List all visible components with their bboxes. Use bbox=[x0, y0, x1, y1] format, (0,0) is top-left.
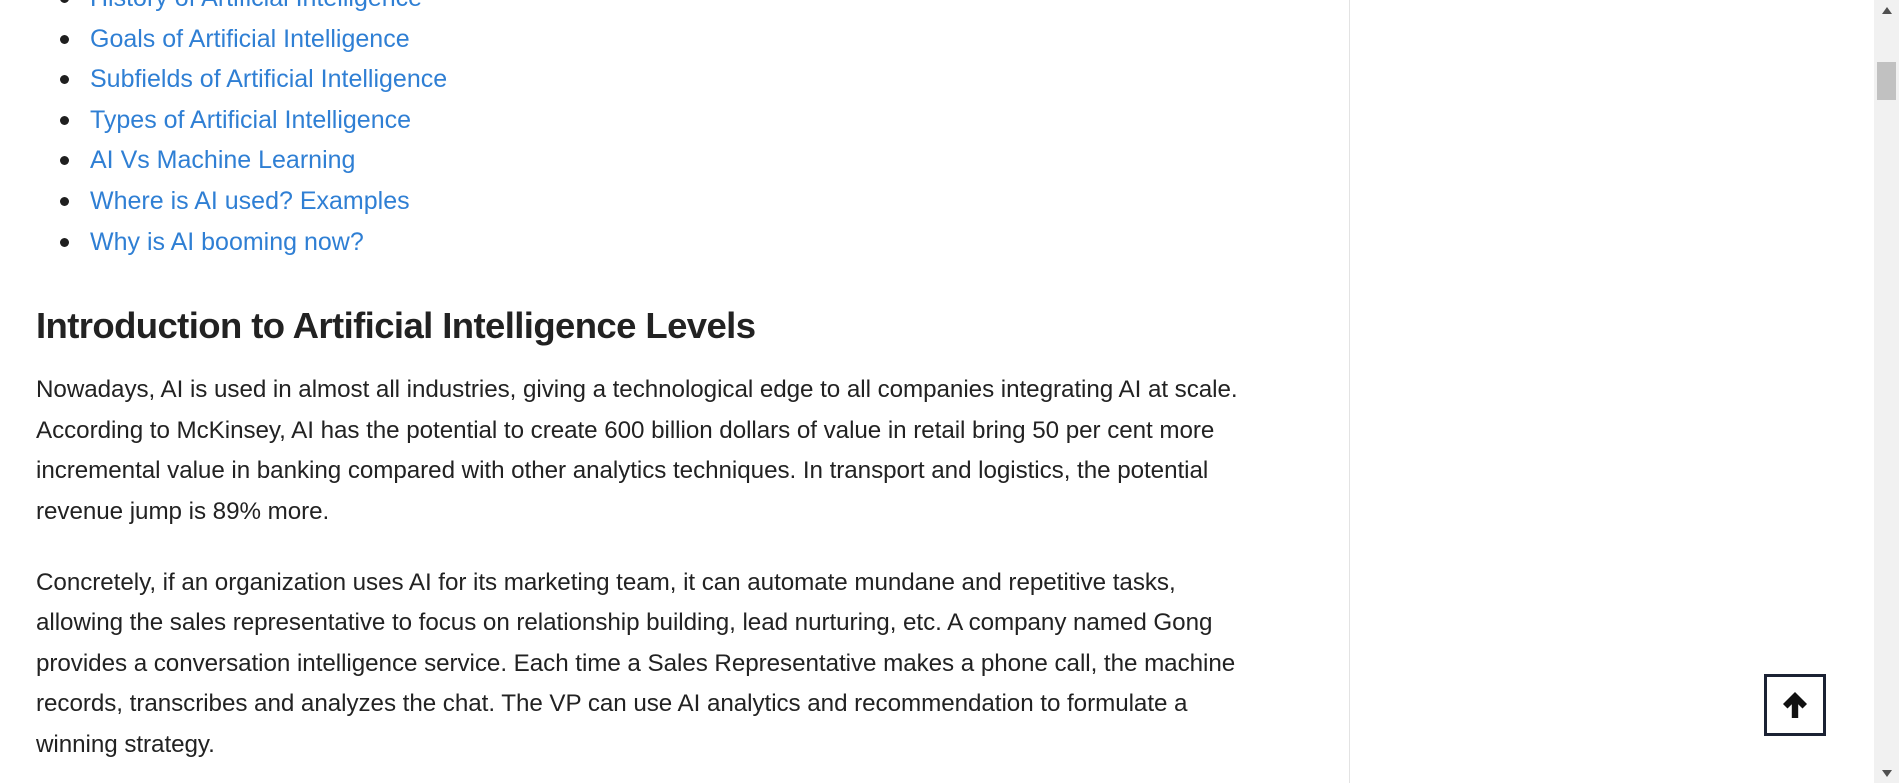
bullet bbox=[60, 196, 69, 206]
article-content: History of Artificial Intelligence Goals… bbox=[36, 0, 1256, 766]
toc-item-types: Types of Artificial Intelligence bbox=[60, 100, 1256, 141]
sidebar-divider bbox=[1349, 0, 1350, 783]
bullet bbox=[60, 34, 69, 44]
toc-link-subfields[interactable]: Subfields of Artificial Intelligence bbox=[90, 65, 447, 93]
toc-item-examples: Where is AI used? Examples bbox=[60, 181, 1256, 222]
page: History of Artificial Intelligence Goals… bbox=[0, 0, 1899, 783]
bullet bbox=[60, 237, 69, 247]
scroll-down-arrow-icon[interactable] bbox=[1874, 763, 1899, 783]
bullet bbox=[60, 156, 69, 166]
toc-link-history[interactable]: History of Artificial Intelligence bbox=[90, 0, 422, 12]
bullet bbox=[60, 0, 69, 3]
toc-link-booming[interactable]: Why is AI booming now? bbox=[90, 228, 364, 256]
toc-item-ai-vs-ml: AI Vs Machine Learning bbox=[60, 140, 1256, 181]
scrollbar[interactable] bbox=[1874, 0, 1899, 783]
section-heading: Introduction to Artificial Intelligence … bbox=[36, 305, 756, 347]
toc-item-goals: Goals of Artificial Intelligence bbox=[60, 19, 1256, 60]
scroll-up-arrow-icon[interactable] bbox=[1874, 0, 1899, 20]
bullet bbox=[60, 75, 69, 85]
scrollbar-thumb[interactable] bbox=[1877, 62, 1896, 100]
toc-item-booming: Why is AI booming now? bbox=[60, 222, 1256, 263]
toc-item-subfields: Subfields of Artificial Intelligence bbox=[60, 59, 1256, 100]
toc-link-ai-vs-ml[interactable]: AI Vs Machine Learning bbox=[90, 146, 355, 174]
table-of-contents: History of Artificial Intelligence Goals… bbox=[36, 0, 1256, 262]
bullet bbox=[60, 115, 69, 125]
toc-link-examples[interactable]: Where is AI used? Examples bbox=[90, 187, 410, 215]
paragraph: Nowadays, AI is used in almost all indus… bbox=[36, 376, 1238, 525]
toc-link-types[interactable]: Types of Artificial Intelligence bbox=[90, 106, 411, 134]
toc-link-goals[interactable]: Goals of Artificial Intelligence bbox=[90, 25, 410, 53]
paragraph: Concretely, if an organization uses AI f… bbox=[36, 568, 1236, 758]
arrow-up-icon bbox=[1783, 692, 1807, 718]
back-to-top-button[interactable] bbox=[1764, 674, 1826, 736]
toc-item-history: History of Artificial Intelligence bbox=[60, 0, 1256, 19]
